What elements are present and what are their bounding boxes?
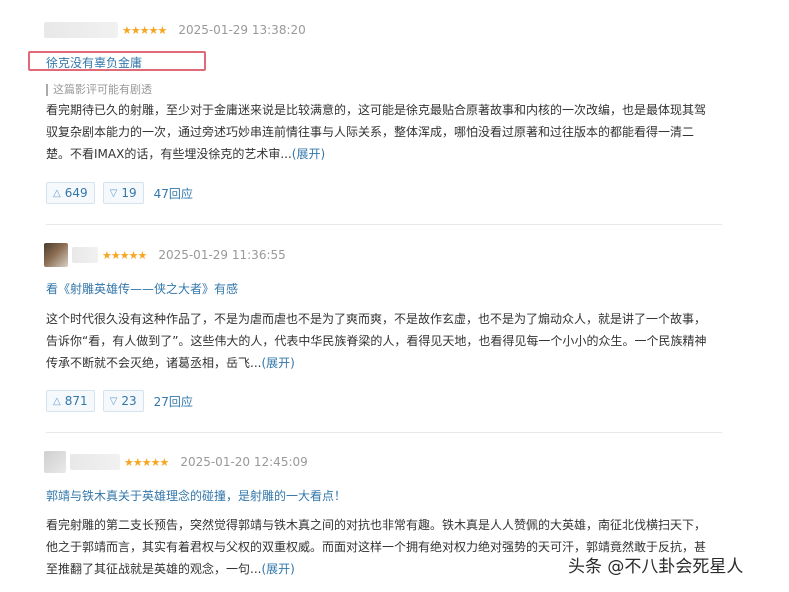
divider [46,224,722,225]
upvote-button[interactable]: △ 871 [46,390,95,412]
expand-link[interactable]: (展开) [261,356,294,370]
rating-stars: ★★★★★ [124,455,169,469]
downvote-count: 19 [121,186,137,200]
expand-link[interactable]: (展开) [261,562,294,576]
review-body: 这个时代很久没有这种作品了，不是为虐而虐也不是为了爽而爽，不是故作玄虚，也不是为… [46,308,714,374]
replies-link[interactable]: 27回应 [154,393,193,410]
review-time: 2025-01-29 11:36:55 [158,248,286,262]
review-header: ★★★★★ 2025-01-29 13:38:20 [44,20,306,40]
review-body: 看完期待已久的射雕，至少对于金庸迷来说是比较满意的，这可能是徐克最贴合原著故事和… [46,99,714,165]
triangle-down-icon: ▽ [109,187,118,199]
username-redacted[interactable] [70,454,120,470]
review-title[interactable]: 郭靖与铁木真关于英雄理念的碰撞，是射雕的一大看点！ [46,487,346,504]
triangle-down-icon: ▽ [109,395,118,407]
review-text: 看完期待已久的射雕，至少对于金庸迷来说是比较满意的，这可能是徐克最贴合原著故事和… [46,103,707,161]
rating-stars: ★★★★★ [122,23,167,37]
avatar[interactable] [44,451,66,473]
spoiler-note: 这篇影评可能有剧透 [46,84,152,96]
downvote-button[interactable]: ▽ 23 [102,390,144,412]
review-actions: △ 871 ▽ 23 27回应 [46,390,193,412]
review-text: 这个时代很久没有这种作品了，不是为虐而虐也不是为了爽而爽，不是故作玄虚，也不是为… [46,312,707,370]
rating-stars: ★★★★★ [102,248,147,262]
downvote-count: 23 [121,394,137,408]
triangle-up-icon: △ [53,395,61,407]
replies-link[interactable]: 47回应 [154,185,193,202]
expand-link[interactable]: (展开) [292,147,325,161]
watermark: 头条 @不八卦会死星人 [568,557,744,577]
review-time: 2025-01-20 12:45:09 [180,455,308,469]
upvote-count: 871 [64,394,88,408]
upvote-button[interactable]: △ 649 [46,182,95,204]
review-title[interactable]: 徐克没有辜负金庸 [46,54,142,71]
username-redacted[interactable] [44,22,118,38]
review-time: 2025-01-29 13:38:20 [178,23,306,37]
review-title[interactable]: 看《射雕英雄传——侠之大者》有感 [46,280,238,297]
review-actions: △ 649 ▽ 19 47回应 [46,182,193,204]
divider [46,432,722,433]
review-header: ★★★★★ 2025-01-29 11:36:55 [44,243,286,267]
upvote-count: 649 [64,186,88,200]
username-redacted[interactable] [72,247,98,263]
avatar[interactable] [44,243,68,267]
review-header: ★★★★★ 2025-01-20 12:45:09 [44,451,308,473]
downvote-button[interactable]: ▽ 19 [102,182,144,204]
triangle-up-icon: △ [53,187,61,199]
